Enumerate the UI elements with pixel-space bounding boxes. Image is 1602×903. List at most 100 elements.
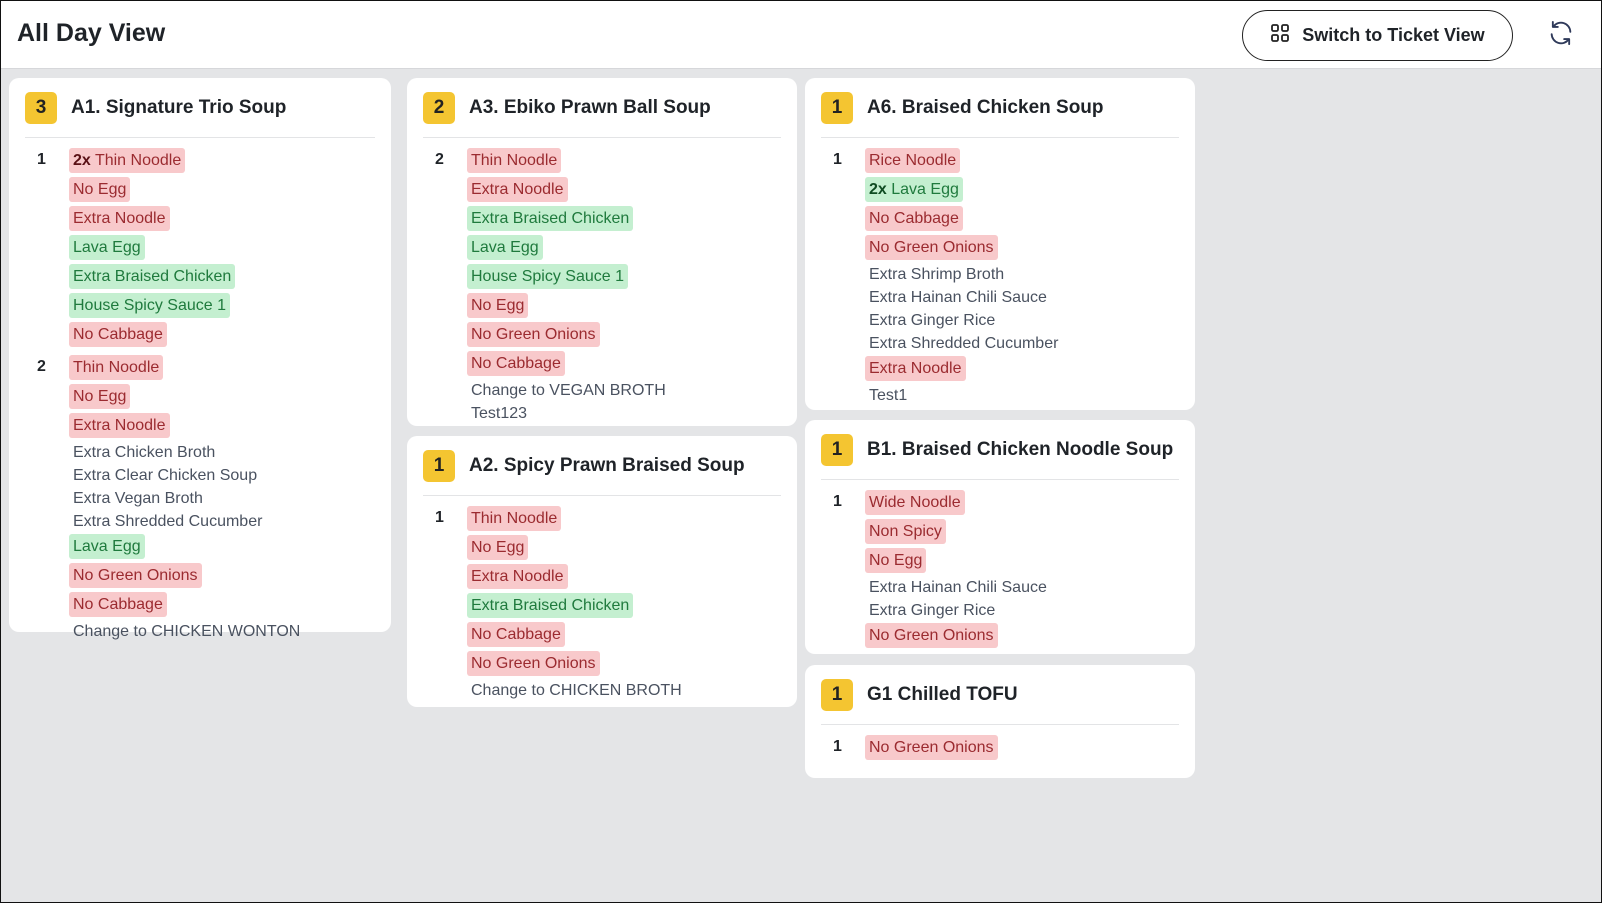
modifier-label: Wide Noodle xyxy=(869,494,961,511)
modifier-tag: Non Spicy xyxy=(865,519,946,544)
item-title: A1. Signature Trio Soup xyxy=(71,96,287,118)
quantity-badge: 1 xyxy=(821,91,853,124)
modifier-label: Change to CHICKEN WONTON xyxy=(73,623,301,640)
item-card-a1[interactable]: 3 A1. Signature Trio Soup 1 2x Thin Noodle N… xyxy=(9,78,391,640)
item-card-g1[interactable]: 1 G1 Chilled TOFU 1 No Green Onions xyxy=(805,665,1195,778)
modifier-label: Extra Chicken Broth xyxy=(73,444,216,461)
modifier-tag: No Green Onions xyxy=(467,651,600,676)
card-header: 3 A1. Signature Trio Soup xyxy=(25,78,375,138)
quantity-badge: 1 xyxy=(821,678,853,711)
modifier-label: No Green Onions xyxy=(869,239,994,256)
order-number: 1 xyxy=(833,151,842,168)
modifier-label: No Egg xyxy=(471,297,525,314)
modifier-label: No Egg xyxy=(471,539,525,556)
modifier-label: No Cabbage xyxy=(471,626,561,643)
item-card-a2[interactable]: 1 A2. Spicy Prawn Braised Soup 1 Thin Noodl… xyxy=(407,436,797,707)
order-list: 1 Wide Noodle Non Spicy No Egg Extra Hainan … xyxy=(821,480,1179,652)
modifier-label: No Cabbage xyxy=(471,355,561,372)
item-card-b1[interactable]: 1 B1. Braised Chicken Noodle Soup 1 Wide No… xyxy=(805,420,1195,654)
item-card-a3[interactable]: 2 A3. Ebiko Prawn Ball Soup 2 Thin Noodle Ex… xyxy=(407,78,797,426)
modifier-label: Non Spicy xyxy=(869,523,942,540)
modifier-tag: Extra Braised Chicken xyxy=(467,206,634,231)
modifier-label: Thin Noodle xyxy=(471,152,558,169)
modifier-tag: Extra Shredded Cucumber xyxy=(865,333,1062,354)
modifier-label: Extra Braised Chicken xyxy=(73,268,232,285)
modifier-list: Rice Noodle 2x Lava Egg No Cabbage No Green… xyxy=(865,148,1062,408)
modifier-label: Extra Ginger Rice xyxy=(869,312,996,329)
modifier-tag: Extra Vegan Broth xyxy=(69,488,207,509)
modifier-list: Thin Noodle Extra Noodle Extra Braised Chi… xyxy=(467,148,670,426)
modifier-label: Lava Egg xyxy=(891,181,959,198)
modifier-tag: Change to VEGAN BROTH xyxy=(467,380,670,401)
modifier-label: Change to CHICKEN BROTH xyxy=(471,682,682,699)
card-header: 1 B1. Braised Chicken Noodle Soup xyxy=(821,420,1179,480)
refresh-button[interactable] xyxy=(1545,19,1577,51)
modifier-tag: No Green Onions xyxy=(467,322,600,347)
grid-icon xyxy=(1270,23,1290,48)
modifier-tag: Extra Hainan Chili Sauce xyxy=(865,577,1051,598)
modifier-tag: No Green Onions xyxy=(865,735,998,760)
modifier-tag: No Egg xyxy=(467,293,529,318)
modifier-tag: No Cabbage xyxy=(69,322,167,347)
order-row: 2 Thin Noodle Extra Noodle Extra Braised Ch… xyxy=(423,148,781,426)
modifier-tag: No Green Onions xyxy=(865,235,998,260)
modifier-label: Extra Clear Chicken Soup xyxy=(73,467,258,484)
modifier-tag: Change to CHICKEN BROTH xyxy=(467,680,686,701)
modifier-label: No Egg xyxy=(73,388,127,405)
modifier-label: Extra Shredded Cucumber xyxy=(869,335,1059,352)
modifier-tag: Extra Clear Chicken Soup xyxy=(69,465,261,486)
modifier-tag: 2x Lava Egg xyxy=(865,177,963,202)
modifier-label: House Spicy Sauce 1 xyxy=(471,268,624,285)
order-row: 1 Wide Noodle Non Spicy No Egg Extra Hainan … xyxy=(821,490,1179,652)
modifier-tag: Extra Noodle xyxy=(467,177,568,202)
modifier-tag: House Spicy Sauce 1 xyxy=(69,293,230,318)
modifier-label: Lava Egg xyxy=(471,239,539,256)
card-header: 1 A2. Spicy Prawn Braised Soup xyxy=(423,436,781,496)
item-title: G1 Chilled TOFU xyxy=(867,683,1018,705)
modifier-label: Extra Noodle xyxy=(471,181,564,198)
modifier-label: Extra Hainan Chili Sauce xyxy=(869,289,1047,306)
modifier-label: Test1 xyxy=(869,387,908,404)
modifier-tag: Lava Egg xyxy=(467,235,543,260)
modifier-tag: Change to CHICKEN WONTON xyxy=(69,621,304,642)
item-card-a6[interactable]: 1 A6. Braised Chicken Soup 1 Rice Noodle 2x … xyxy=(805,78,1195,410)
modifier-tag: Test1 xyxy=(865,385,911,406)
modifier-tag: No Egg xyxy=(865,548,927,573)
modifier-label: Extra Hainan Chili Sauce xyxy=(869,579,1047,596)
modifier-list: Thin Noodle No Egg Extra Noodle Extra Chick… xyxy=(69,355,304,644)
modifier-tag: Extra Chicken Broth xyxy=(69,442,219,463)
modifier-label: No Green Onions xyxy=(869,627,994,644)
switch-button-label: Switch to Ticket View xyxy=(1302,25,1485,45)
modifier-label: No Egg xyxy=(73,181,127,198)
modifier-tag: No Green Onions xyxy=(865,623,998,648)
modifier-tag: Lava Egg xyxy=(69,235,145,260)
order-number: 2 xyxy=(435,151,444,168)
modifier-count: 2x xyxy=(869,181,887,198)
modifier-tag: House Spicy Sauce 1 xyxy=(467,264,628,289)
modifier-label: Extra Braised Chicken xyxy=(471,597,630,614)
modifier-tag: Rice Noodle xyxy=(865,148,961,173)
modifier-count: 2x xyxy=(73,152,91,169)
quantity-badge: 1 xyxy=(423,449,455,482)
quantity-badge: 1 xyxy=(821,433,853,466)
order-row: 1 2x Thin Noodle No Egg Extra Noodle Lava Eg… xyxy=(25,148,375,351)
card-header: 1 A6. Braised Chicken Soup xyxy=(821,78,1179,138)
item-title: B1. Braised Chicken Noodle Soup xyxy=(867,438,1174,460)
refresh-icon xyxy=(1547,19,1575,52)
modifier-label: Lava Egg xyxy=(73,538,141,555)
modifier-tag: No Egg xyxy=(69,177,131,202)
item-title: A2. Spicy Prawn Braised Soup xyxy=(469,454,745,476)
modifier-label: Thin Noodle xyxy=(94,152,182,169)
modifier-label: Extra Noodle xyxy=(73,417,166,434)
card-header: 2 A3. Ebiko Prawn Ball Soup xyxy=(423,78,781,138)
modifier-tag: Thin Noodle xyxy=(467,506,562,531)
order-number: 2 xyxy=(37,358,46,375)
modifier-label: No Cabbage xyxy=(73,596,163,613)
modifier-label: No Green Onions xyxy=(869,739,994,756)
modifier-tag: No Cabbage xyxy=(467,351,565,376)
order-row: 1 No Green Onions xyxy=(821,735,1179,764)
modifier-label: Thin Noodle xyxy=(471,510,558,527)
switch-to-ticket-view-button[interactable]: Switch to Ticket View xyxy=(1242,10,1513,61)
modifier-label: House Spicy Sauce 1 xyxy=(73,297,226,314)
modifier-label: No Green Onions xyxy=(73,567,198,584)
